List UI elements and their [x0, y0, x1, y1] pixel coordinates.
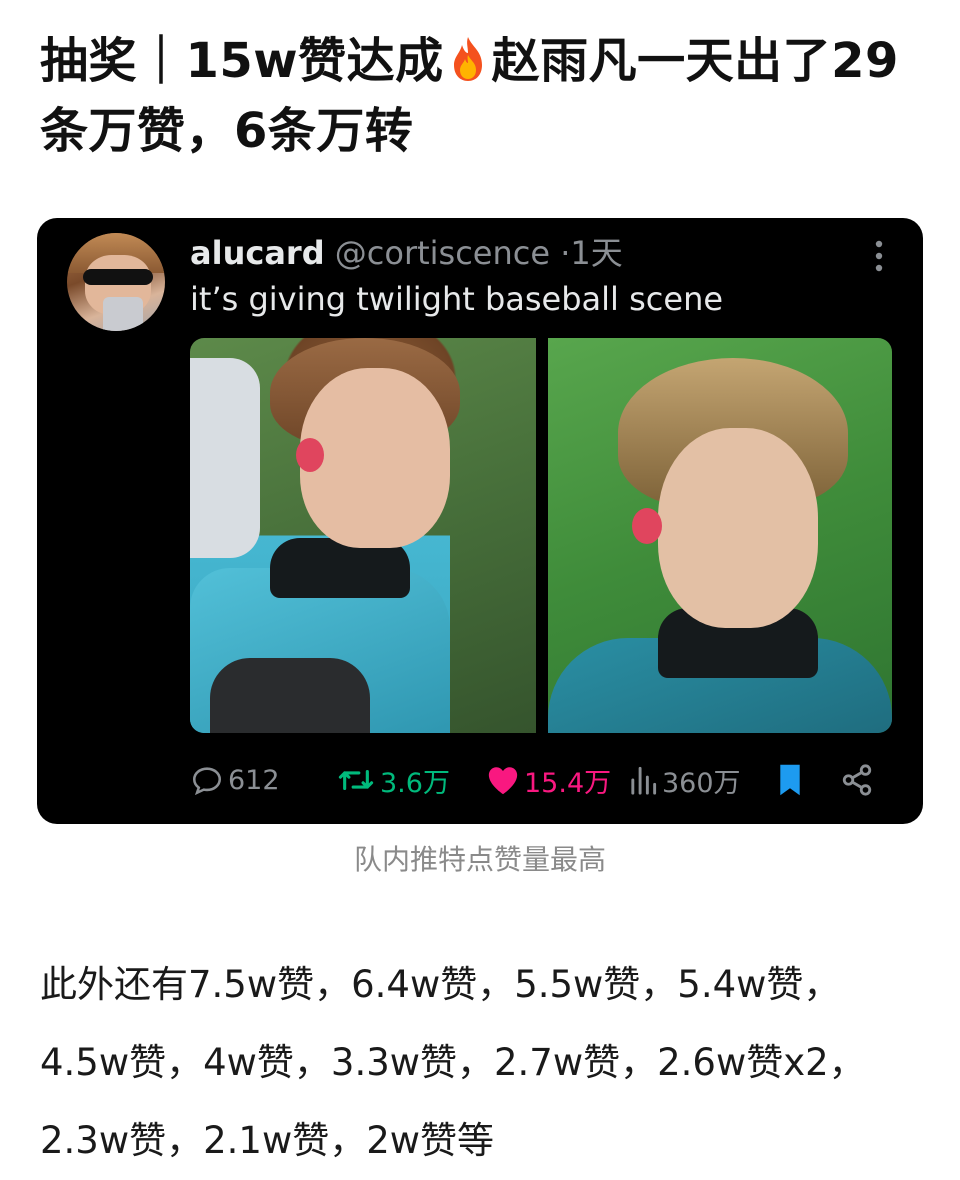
tweet-photo-right[interactable]: [548, 338, 892, 733]
retweet-count: 3.6万: [380, 767, 450, 799]
image-caption: 队内推特点赞量最高: [353, 843, 606, 876]
more-options-icon[interactable]: [875, 240, 883, 272]
tweet-photo-left[interactable]: [190, 338, 536, 733]
tweet-card[interactable]: alucard @cortiscence ·1天 it’s giving twi…: [37, 218, 923, 824]
user-handle[interactable]: @cortiscence: [335, 234, 550, 272]
views-chart-icon: [628, 764, 658, 796]
header-separator: ·: [560, 234, 571, 272]
bookmark-button[interactable]: [776, 760, 804, 800]
tweet-actions: 612 3.6万 15.4万 360万: [190, 760, 890, 800]
heart-icon: [486, 764, 520, 796]
retweet-icon: [336, 763, 376, 797]
tweet-text: it’s giving twilight baseball scene: [190, 280, 724, 318]
post-body-text: 此外还有7.5w赞，6.4w赞，5.5w赞，5.4w赞，4.5w赞，4w赞，3.…: [40, 963, 866, 1162]
fire-icon: [446, 32, 490, 81]
bookmark-icon: [776, 762, 804, 798]
share-icon: [840, 763, 874, 797]
like-button[interactable]: 15.4万: [486, 760, 611, 800]
view-count: 360万: [662, 767, 741, 799]
share-button[interactable]: [840, 760, 874, 800]
avatar[interactable]: [67, 233, 165, 331]
post-title: 抽奖｜15w赞达成 赵雨凡一天出了29条万赞，6条万转: [40, 26, 920, 166]
reply-icon: [190, 763, 224, 797]
reply-count: 612: [228, 764, 280, 796]
post-title-part1: 抽奖｜15w赞达成: [40, 33, 444, 89]
display-name[interactable]: alucard: [190, 234, 325, 272]
tweet-time: 1天: [570, 234, 623, 272]
retweet-button[interactable]: 3.6万: [336, 760, 450, 800]
views-button[interactable]: 360万: [628, 760, 741, 800]
tweet-header: alucard @cortiscence ·1天: [190, 228, 623, 274]
reply-button[interactable]: 612: [190, 760, 280, 800]
like-count: 15.4万: [524, 767, 612, 799]
